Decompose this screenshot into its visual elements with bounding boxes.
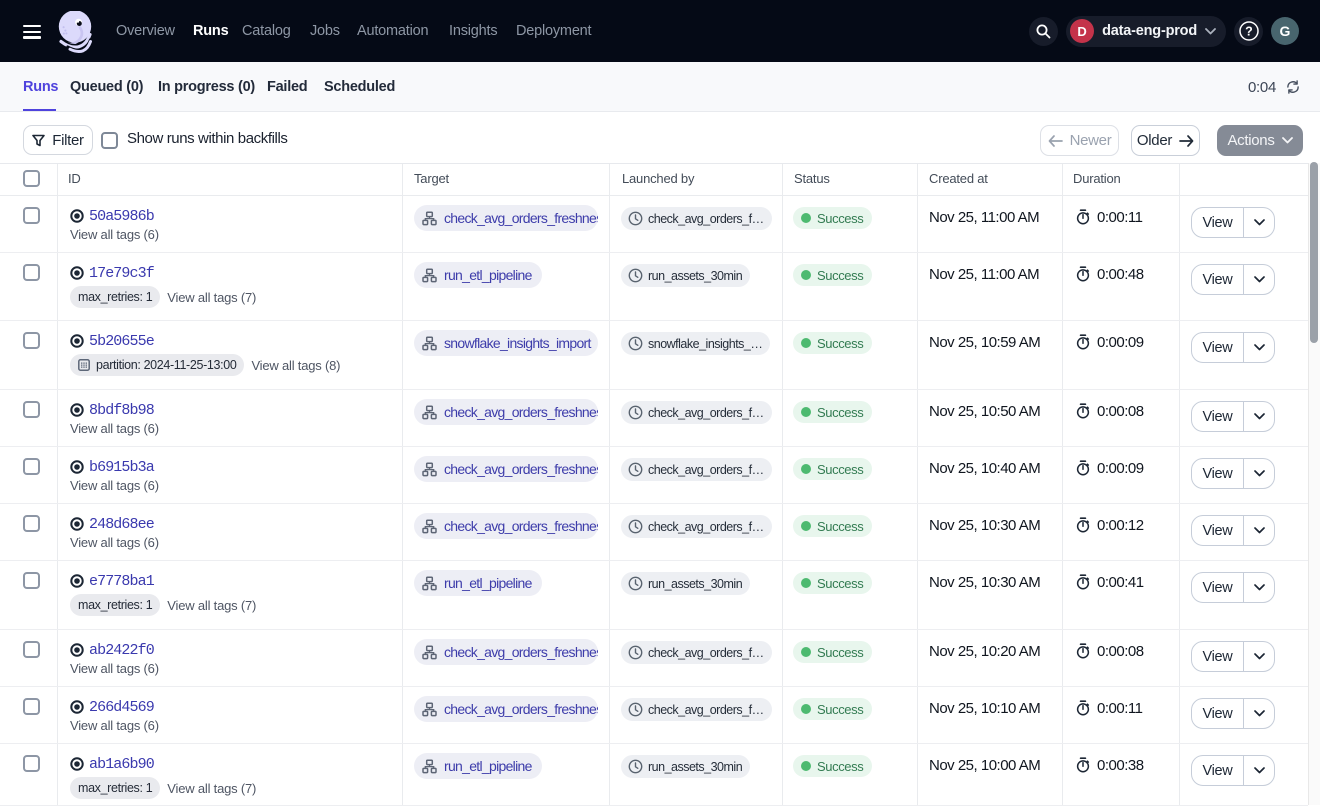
svg-text:?: ? xyxy=(1245,25,1253,39)
